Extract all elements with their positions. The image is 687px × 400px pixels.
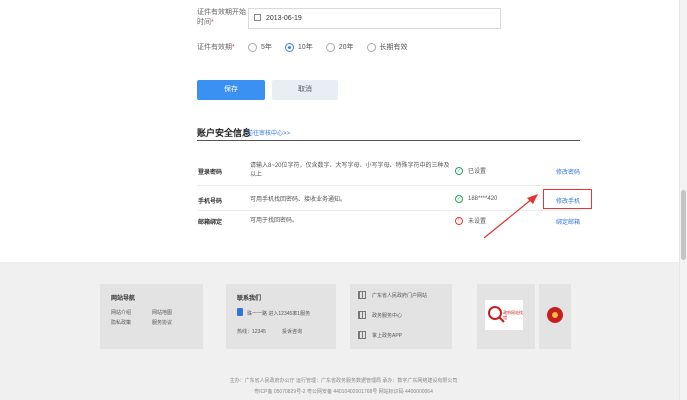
annotation-arrow [483, 194, 538, 239]
contact-hotline: 热线：12345 [237, 329, 266, 335]
footer-contact: 联系我们 珠一一路 进入12345率1服务 热线：12345 投诉咨询 [226, 284, 336, 349]
mobile-app-icon [358, 331, 366, 339]
site-nav-link[interactable]: 网站介绍 [111, 309, 131, 316]
contact-feedback[interactable]: 投诉咨询 [282, 328, 302, 335]
website-icon [358, 291, 366, 299]
footer-apps: 广东省人民政府门户网站 政务服务中心 掌上政务APP [350, 284, 452, 349]
app-link[interactable]: 政务服务中心 [372, 312, 402, 319]
error-report-text: 政府网站找错 [503, 310, 523, 320]
site-nav-link[interactable]: 网站地图 [152, 309, 172, 316]
service-icon [358, 311, 366, 319]
main-panel: 证件有效期开始 时间* 2013-06-19 证件有效期* 5年 10年 20年… [0, 0, 687, 262]
site-nav-title: 网站导航 [111, 296, 136, 302]
location-icon [237, 308, 243, 316]
footer-legal-line-2: 粤ICP备 05070829号-2 粤公网安备 44010402001768号 … [254, 389, 433, 395]
scrollbar-thumb[interactable] [681, 190, 686, 260]
government-emblem-badge[interactable] [542, 302, 568, 328]
site-nav-link[interactable]: 隐私政策 [111, 319, 131, 326]
footer-site-nav: 网站导航 网站介绍 网站地图 隐私政策 服务协议 [100, 284, 203, 349]
site-nav-link[interactable]: 服务协议 [152, 319, 172, 326]
error-report-badge[interactable]: 政府网站找错 [485, 300, 523, 330]
emblem-icon [547, 307, 563, 323]
app-link[interactable]: 掌上政务APP [372, 332, 402, 339]
footer-legal-line-1: 主办：广东省人民政府办公厅 运行管理：广东省政务服务数据管理局 承办：数字广东网… [229, 378, 458, 384]
vertical-scrollbar[interactable] [679, 0, 687, 400]
contact-title: 联系我们 [237, 296, 262, 302]
app-link[interactable]: 广东省人民政府门户网站 [372, 292, 427, 299]
contact-address: 珠一一路 进入12345率1服务 [247, 311, 311, 317]
